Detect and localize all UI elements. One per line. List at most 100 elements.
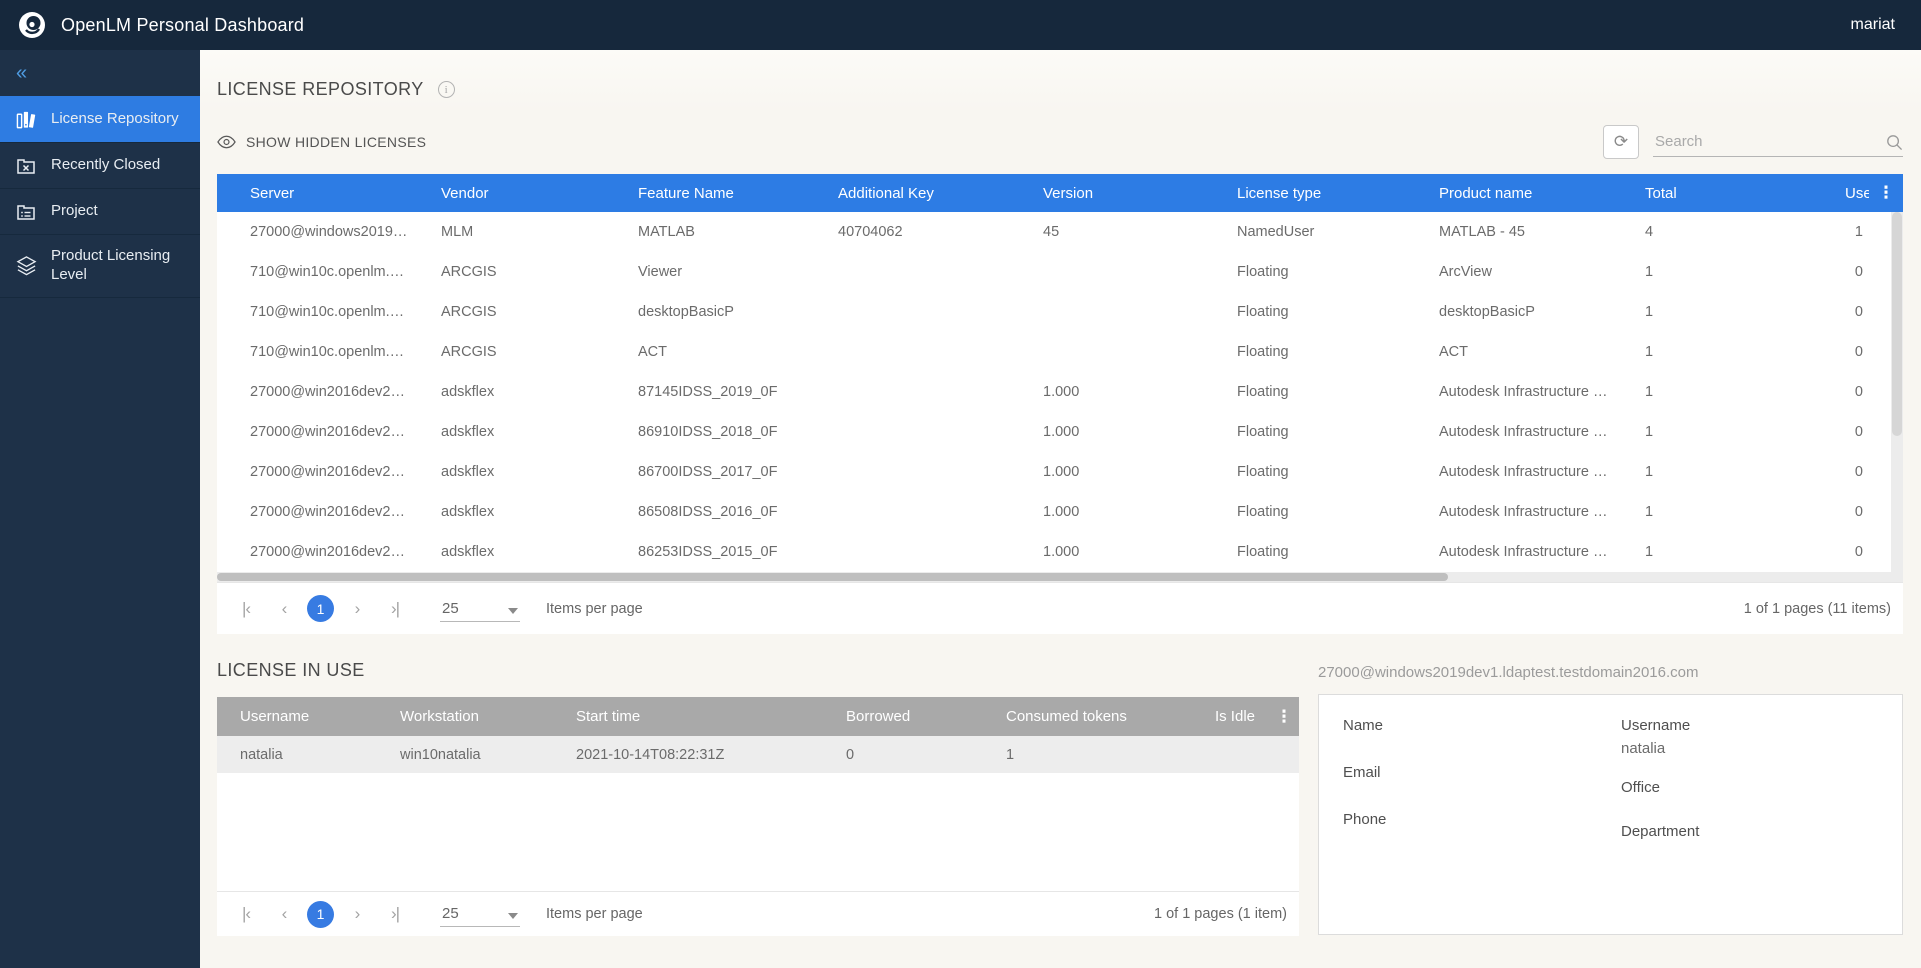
horizontal-scrollbar-thumb[interactable] — [217, 573, 1448, 581]
layers-icon — [14, 255, 38, 276]
next-page-button[interactable]: › — [342, 899, 372, 929]
table-cell: 710@win10c.openlm.biz — [217, 304, 408, 320]
column-header-is-idle[interactable]: Is Idle — [1163, 708, 1269, 725]
column-header-server[interactable]: Server — [217, 185, 408, 202]
last-page-button[interactable]: ›| — [380, 594, 410, 624]
sidebar-item-recently-closed[interactable]: Recently Closed — [0, 142, 200, 188]
column-header-additional-key[interactable]: Additional Key — [805, 185, 1010, 202]
column-header-product-name[interactable]: Product name — [1406, 185, 1612, 202]
table-row[interactable]: 27000@win2016dev2.testdevadskflex86910ID… — [217, 412, 1903, 452]
table-cell: 1.000 — [1010, 504, 1204, 520]
previous-page-button[interactable]: ‹ — [269, 594, 299, 624]
table-empty-area — [217, 773, 1299, 891]
table-cell: 1.000 — [1010, 424, 1204, 440]
first-page-button[interactable]: |‹ — [231, 899, 261, 929]
table-cell: natalia — [217, 747, 377, 763]
table-cell: 86700IDSS_2017_0F — [605, 464, 805, 480]
column-header-start-time[interactable]: Start time — [553, 708, 823, 725]
page-title: LICENSE REPOSITORY — [217, 79, 424, 100]
vertical-scrollbar-thumb[interactable] — [1892, 212, 1902, 436]
page-size-select[interactable]: 25 — [440, 901, 520, 927]
column-menu-kebab-icon[interactable]: ⋮ — [1269, 707, 1299, 727]
show-hidden-licenses-toggle[interactable]: SHOW HIDDEN LICENSES — [217, 134, 426, 150]
table-row[interactable]: 710@win10c.openlm.bizARCGISdesktopBasicP… — [217, 292, 1903, 332]
table-cell: NamedUser — [1204, 224, 1406, 240]
table-cell: ARCGIS — [408, 304, 605, 320]
table-cell: ACT — [605, 344, 805, 360]
email-label: Email — [1343, 764, 1621, 781]
sidebar-item-label: Product Licensing Level — [51, 247, 190, 285]
column-header-vendor[interactable]: Vendor — [408, 185, 605, 202]
table-cell: 0 — [823, 747, 983, 763]
table-row[interactable]: 27000@win2016dev2.testdevadskflex86253ID… — [217, 532, 1903, 572]
table-cell: 0 — [1812, 264, 1869, 280]
main-content: LICENSE REPOSITORY i SHOW HIDDEN LICENSE… — [200, 50, 1921, 968]
column-header-total[interactable]: Total — [1612, 185, 1812, 202]
column-menu-kebab-icon[interactable]: ⋮ — [1869, 183, 1903, 203]
column-header-username[interactable]: Username — [217, 708, 377, 725]
table-cell: 0 — [1812, 544, 1869, 560]
search-input[interactable] — [1653, 127, 1903, 157]
phone-label: Phone — [1343, 811, 1621, 828]
info-icon[interactable]: i — [438, 81, 455, 98]
table-cell: Autodesk Infrastructure Desig — [1406, 384, 1612, 400]
user-menu[interactable]: mariat — [1851, 16, 1895, 34]
table-row[interactable]: nataliawin10natalia2021-10-14T08:22:31Z0… — [217, 736, 1299, 773]
column-header-version[interactable]: Version — [1010, 185, 1204, 202]
table-row[interactable]: 27000@win2016dev2.testdevadskflex86700ID… — [217, 452, 1903, 492]
current-page-button[interactable]: 1 — [307, 595, 334, 622]
table-cell: 0 — [1812, 464, 1869, 480]
table-cell: 86508IDSS_2016_0F — [605, 504, 805, 520]
table-cell: 86910IDSS_2018_0F — [605, 424, 805, 440]
table-cell: adskflex — [408, 504, 605, 520]
table-cell: MLM — [408, 224, 605, 240]
table-cell: Floating — [1204, 424, 1406, 440]
previous-page-button[interactable]: ‹ — [269, 899, 299, 929]
folder-x-icon — [14, 156, 38, 176]
table-cell: 27000@win2016dev2.testdev — [217, 464, 408, 480]
table-cell: Floating — [1204, 344, 1406, 360]
last-page-button[interactable]: ›| — [380, 899, 410, 929]
table-cell: 1.000 — [1010, 464, 1204, 480]
sidebar-item-project[interactable]: Project — [0, 188, 200, 234]
table-cell: MATLAB — [605, 224, 805, 240]
horizontal-scrollbar[interactable] — [217, 572, 1903, 582]
current-page-button[interactable]: 1 — [307, 901, 334, 928]
vertical-scrollbar[interactable] — [1891, 212, 1903, 574]
table-row[interactable]: 710@win10c.openlm.bizARCGISACTFloatingAC… — [217, 332, 1903, 372]
sidebar-item-product-licensing-level[interactable]: Product Licensing Level — [0, 234, 200, 298]
books-icon — [14, 110, 38, 130]
next-page-button[interactable]: › — [342, 594, 372, 624]
table-cell: 1 — [1612, 264, 1812, 280]
table-row[interactable]: 710@win10c.openlm.bizARCGISViewerFloatin… — [217, 252, 1903, 292]
column-header-workstation[interactable]: Workstation — [377, 708, 553, 725]
sidebar-collapse-button[interactable]: « — [0, 50, 200, 96]
license-repository-table: ServerVendorFeature NameAdditional KeyVe… — [217, 174, 1903, 634]
table-cell: 1 — [1612, 464, 1812, 480]
table-row[interactable]: 27000@windows2019dev1.ldaMLMMATLAB407040… — [217, 212, 1903, 252]
table-cell: Floating — [1204, 464, 1406, 480]
table-cell: 1 — [983, 747, 1163, 763]
table-cell: 1 — [1612, 504, 1812, 520]
refresh-button[interactable]: ⟳ — [1603, 125, 1639, 159]
sidebar-item-license-repository[interactable]: License Repository — [0, 96, 200, 142]
table-cell: 0 — [1812, 424, 1869, 440]
first-page-button[interactable]: |‹ — [231, 594, 261, 624]
table-row[interactable]: 27000@win2016dev2.testdevadskflex87145ID… — [217, 372, 1903, 412]
license-in-use-title: LICENSE IN USE — [217, 660, 1299, 681]
table-row[interactable]: 27000@win2016dev2.testdevadskflex86508ID… — [217, 492, 1903, 532]
table-cell: Viewer — [605, 264, 805, 280]
table-cell: 27000@win2016dev2.testdev — [217, 384, 408, 400]
column-header-license-type[interactable]: License type — [1204, 185, 1406, 202]
sidebar: « License Repository Recently Closed — [0, 50, 200, 968]
page-size-select[interactable]: 25 — [440, 596, 520, 622]
sidebar-item-label: Recently Closed — [51, 156, 160, 175]
table-cell: ARCGIS — [408, 264, 605, 280]
column-header-feature-name[interactable]: Feature Name — [605, 185, 805, 202]
column-header-used[interactable]: Used — [1812, 185, 1869, 202]
column-header-consumed-tokens[interactable]: Consumed tokens — [983, 708, 1163, 725]
chevron-down-icon — [508, 913, 518, 919]
column-header-borrowed[interactable]: Borrowed — [823, 708, 983, 725]
page-size-value: 25 — [442, 600, 508, 617]
refresh-icon: ⟳ — [1614, 132, 1628, 152]
